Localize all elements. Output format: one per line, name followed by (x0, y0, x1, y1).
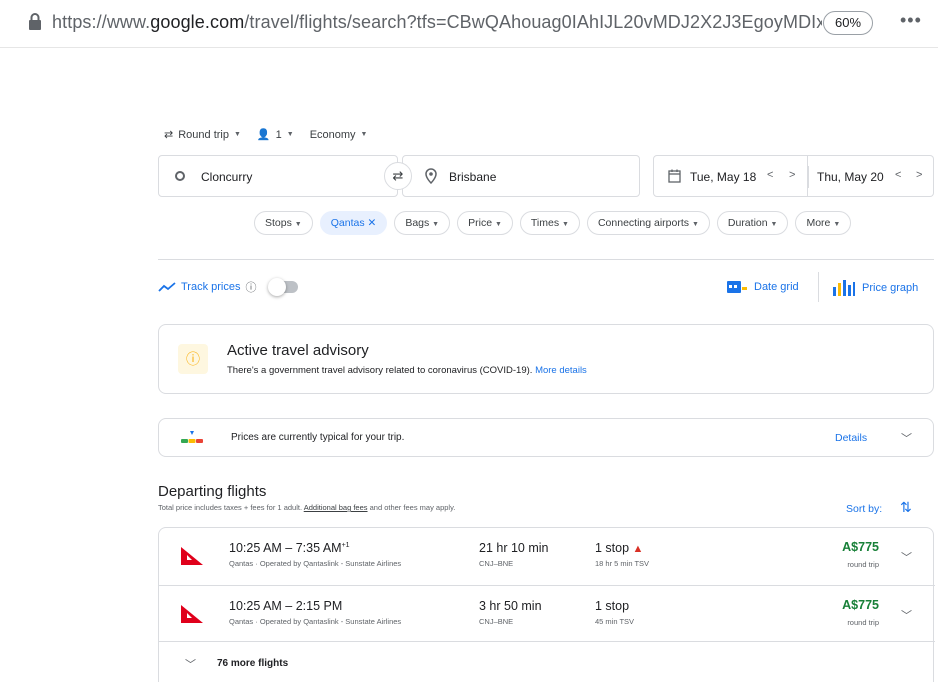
warning-icon: ▲ (632, 543, 644, 555)
flight-times: 10:25 AM – 7:35 AM+1 (229, 541, 350, 555)
advisory-title: Active travel advisory (227, 342, 369, 359)
flight-price: A$775 (842, 598, 879, 612)
flight-row[interactable]: 10:25 AM – 2:15 PM Qantas · Operated by … (159, 585, 935, 641)
price-insight-card[interactable]: Prices are currently typical for your tr… (158, 418, 934, 457)
more-flights-row[interactable]: ﹀ 76 more flights (159, 641, 935, 682)
flight-route: CNJ–BNE (479, 559, 514, 568)
filter-chips: Stops ▼ Qantas ✕ Bags ▼ Price ▼ Times ▼ … (254, 211, 852, 235)
tools-divider (818, 272, 819, 302)
filter-more[interactable]: More ▼ (795, 211, 852, 235)
price-graph-button[interactable]: Price graph (832, 279, 918, 297)
price-level-icon (181, 431, 203, 443)
qantas-logo-icon (181, 547, 203, 565)
location-pin-icon (425, 168, 437, 184)
flight-layover: 18 hr 5 min TSV (595, 559, 650, 568)
caret-down-icon: ▼ (286, 131, 294, 138)
filter-connecting-airports[interactable]: Connecting airports ▼ (586, 211, 710, 235)
trip-type-dropdown[interactable]: ⇄ Round trip ▼ (164, 128, 241, 142)
more-details-link[interactable]: More details (535, 365, 587, 376)
chevron-down-icon[interactable]: ﹀ (901, 549, 912, 565)
person-icon: 👤 (256, 129, 271, 141)
round-trip-icon: ⇄ (164, 129, 174, 141)
track-prices[interactable]: Track prices ⓘ (158, 278, 298, 296)
flight-duration: 3 hr 50 min (479, 599, 542, 613)
filter-airline-qantas[interactable]: Qantas ✕ (319, 211, 388, 235)
filter-price[interactable]: Price ▼ (457, 211, 513, 235)
cabin-class-dropdown[interactable]: Economy ▼ (310, 128, 368, 141)
trend-line-icon (158, 282, 176, 292)
price-type: round trip (847, 618, 879, 627)
swap-locations-button[interactable]: ⇄ (384, 162, 412, 190)
info-warning-icon: ⓘ (178, 344, 208, 374)
next-date-arrow-icon[interactable]: > (789, 169, 795, 181)
prev-date-arrow-icon[interactable]: < (767, 169, 773, 181)
next-date-arrow-icon[interactable]: > (916, 169, 922, 181)
flight-layover: 45 min TSV (595, 617, 635, 626)
browser-menu-icon[interactable]: ••• (900, 10, 922, 31)
info-icon[interactable]: ⓘ (246, 279, 257, 295)
lock-icon (29, 13, 41, 30)
price-type: round trip (847, 560, 879, 569)
url-text[interactable]: https://www.google.com/travel/flights/se… (52, 12, 822, 33)
flight-stops: 1 stop ▲ (595, 541, 644, 555)
origin-field[interactable]: Cloncurry (158, 155, 398, 197)
section-divider (158, 259, 934, 260)
caret-down-icon: ▼ (233, 131, 241, 138)
flight-airline: Qantas · Operated by Qantaslink - Sunsta… (229, 559, 402, 568)
destination-field[interactable]: Brisbane (402, 155, 640, 197)
flight-price: A$775 (842, 540, 879, 554)
caret-down-icon: ▼ (432, 221, 440, 228)
caret-down-icon: ▼ (360, 131, 368, 138)
caret-down-icon: ▼ (833, 221, 841, 228)
flight-row[interactable]: 10:25 AM – 7:35 AM+1 Qantas · Operated b… (159, 528, 935, 584)
chevron-down-icon: ﹀ (185, 659, 196, 671)
browser-address-bar[interactable]: https://www.google.com/travel/flights/se… (0, 0, 938, 48)
more-flights-label: 76 more flights (217, 658, 289, 669)
zoom-level-badge[interactable]: 60% (823, 11, 873, 35)
fees-notice: Total price includes taxes + fees for 1 … (158, 503, 456, 512)
caret-down-icon: ▼ (562, 221, 569, 228)
sort-by-button[interactable]: Sort by: (846, 503, 882, 515)
close-icon[interactable]: ✕ (368, 217, 377, 229)
date-grid-icon (727, 281, 747, 293)
price-graph-icon (833, 280, 855, 296)
origin-circle-icon (175, 171, 185, 181)
calendar-icon (668, 169, 681, 183)
price-insight-text: Prices are currently typical for your tr… (231, 432, 405, 443)
flight-results-list: 10:25 AM – 7:35 AM+1 Qantas · Operated b… (158, 527, 935, 682)
caret-down-icon: ▼ (691, 221, 699, 228)
passengers-dropdown[interactable]: 👤 1 ▼ (256, 128, 294, 142)
filter-bags[interactable]: Bags ▼ (394, 211, 451, 235)
departing-flights-heading: Departing flights (158, 483, 267, 500)
details-link[interactable]: Details (835, 432, 867, 444)
date-divider (808, 166, 809, 188)
flight-times: 10:25 AM – 2:15 PM (229, 599, 343, 613)
prev-date-arrow-icon[interactable]: < (895, 169, 901, 181)
caret-down-icon: ▼ (294, 221, 302, 228)
filter-times[interactable]: Times ▼ (519, 211, 580, 235)
bag-fees-link[interactable]: Additional bag fees (304, 503, 368, 512)
filter-stops[interactable]: Stops ▼ (254, 211, 313, 235)
departure-date-field[interactable]: Tue, May 18 < > (653, 155, 808, 197)
flight-stops: 1 stop (595, 599, 630, 613)
filter-duration[interactable]: Duration ▼ (716, 211, 789, 235)
return-date-field[interactable]: Thu, May 20 < > (808, 155, 934, 197)
date-grid-button[interactable]: Date grid (726, 279, 799, 295)
flight-duration: 21 hr 10 min (479, 541, 549, 555)
trip-options: ⇄ Round trip ▼ 👤 1 ▼ Economy ▼ (164, 128, 368, 142)
caret-down-icon: ▼ (770, 221, 778, 228)
flight-airline: Qantas · Operated by Qantaslink - Sunsta… (229, 617, 402, 626)
travel-advisory-card: ⓘ Active travel advisory There's a gover… (158, 324, 934, 394)
chevron-down-icon[interactable]: ﹀ (901, 430, 912, 446)
chevron-down-icon[interactable]: ﹀ (901, 607, 912, 623)
flight-route: CNJ–BNE (479, 617, 514, 626)
caret-down-icon: ▼ (494, 221, 502, 228)
qantas-logo-icon (181, 605, 203, 623)
track-prices-toggle[interactable] (267, 278, 298, 296)
sort-icon[interactable]: ⇅ (900, 499, 912, 516)
advisory-text: There's a government travel advisory rel… (227, 365, 587, 376)
